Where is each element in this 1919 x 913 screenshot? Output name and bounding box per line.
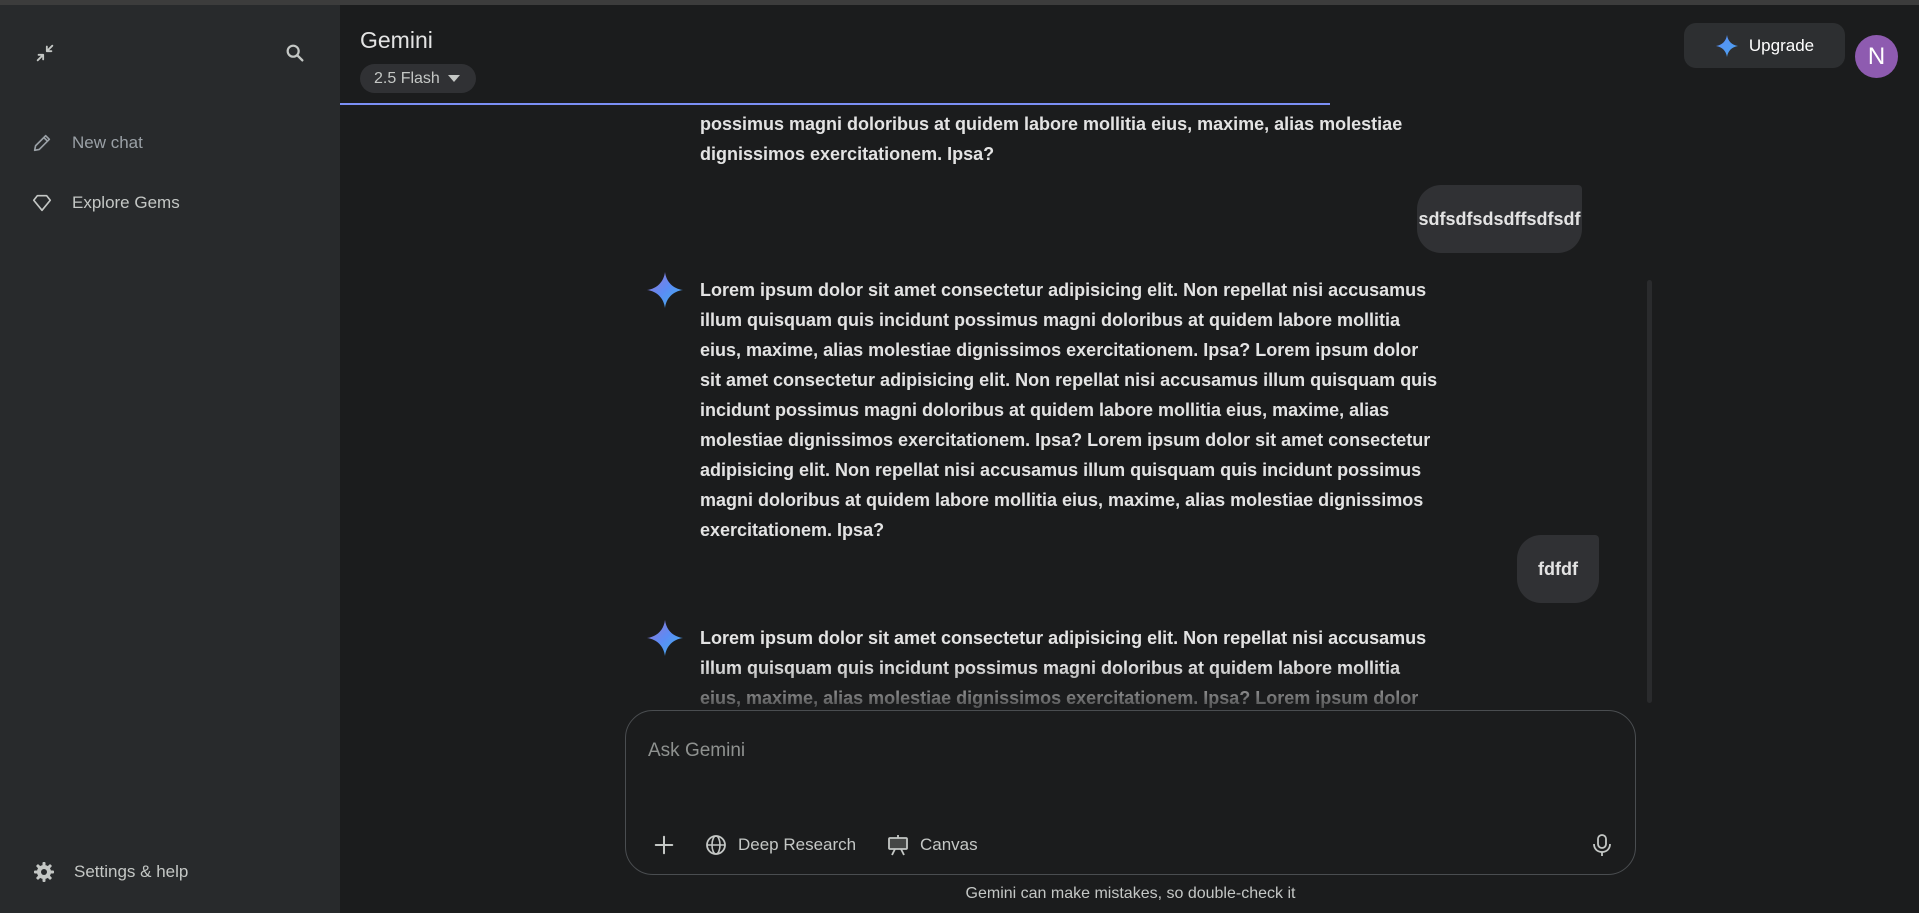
plus-icon <box>654 835 674 855</box>
deep-research-label: Deep Research <box>738 835 857 854</box>
canvas-icon <box>888 835 908 856</box>
model-selector[interactable]: 2.5 Flash <box>360 64 476 93</box>
chat-scroll-area[interactable]: possimus magni doloribus at quidem labor… <box>340 105 1919 708</box>
microphone-button[interactable] <box>1584 825 1620 865</box>
scrollbar[interactable] <box>1647 280 1652 703</box>
gemini-sparkle-icon <box>647 272 683 308</box>
upgrade-label: Upgrade <box>1748 35 1815 55</box>
sidebar-item-new-chat[interactable]: New chat <box>30 123 320 163</box>
gear-icon <box>32 860 56 884</box>
caret-down-icon <box>447 75 460 82</box>
collapse-sidebar-button[interactable] <box>27 35 63 71</box>
deep-research-button[interactable]: Deep Research <box>704 825 856 865</box>
user-message: fdfdf <box>1517 535 1599 603</box>
scroll-fade-overlay <box>640 665 1640 708</box>
gemini-sparkle-icon <box>647 620 683 656</box>
prompt-input[interactable] <box>646 731 1606 771</box>
sidebar-item-explore-gems[interactable]: Explore Gems <box>30 183 320 223</box>
disclaimer-text: Gemini can make mistakes, so double-chec… <box>965 885 1296 902</box>
microphone-icon <box>1593 834 1611 856</box>
sidebar-item-label: New chat <box>72 133 143 152</box>
sidebar: New chat Explore Gems Settings & help <box>0 5 340 913</box>
search-icon <box>286 44 304 62</box>
search-button[interactable] <box>277 35 313 71</box>
pencil-icon <box>30 131 54 155</box>
bot-message: Lorem ipsum dolor sit amet consectetur a… <box>700 280 1438 540</box>
model-label: 2.5 Flash <box>374 69 440 87</box>
gemini-sparkle-icon <box>1715 34 1738 57</box>
canvas-label: Canvas <box>920 835 978 854</box>
add-attachment-button[interactable] <box>646 825 682 865</box>
globe-icon <box>706 835 726 855</box>
prompt-composer: Deep Research Canvas <box>625 710 1636 875</box>
avatar[interactable]: N <box>1855 35 1898 78</box>
sidebar-item-label: Explore Gems <box>72 193 180 212</box>
settings-help-button[interactable]: Settings & help <box>32 852 322 892</box>
bot-message-partial: possimus magni doloribus at quidem labor… <box>700 114 1403 164</box>
settings-label: Settings & help <box>74 862 189 881</box>
collapse-arrows-icon <box>36 44 54 62</box>
upgrade-button[interactable]: Upgrade <box>1684 23 1845 68</box>
gem-icon <box>30 191 54 215</box>
canvas-button[interactable]: Canvas <box>886 825 978 865</box>
main-panel: Gemini 2.5 Flash Upgrade N possimus magn… <box>340 5 1919 913</box>
app-title: Gemini <box>360 27 433 53</box>
user-message: sdfsdfsdsdffsdfsdf <box>1417 185 1582 253</box>
